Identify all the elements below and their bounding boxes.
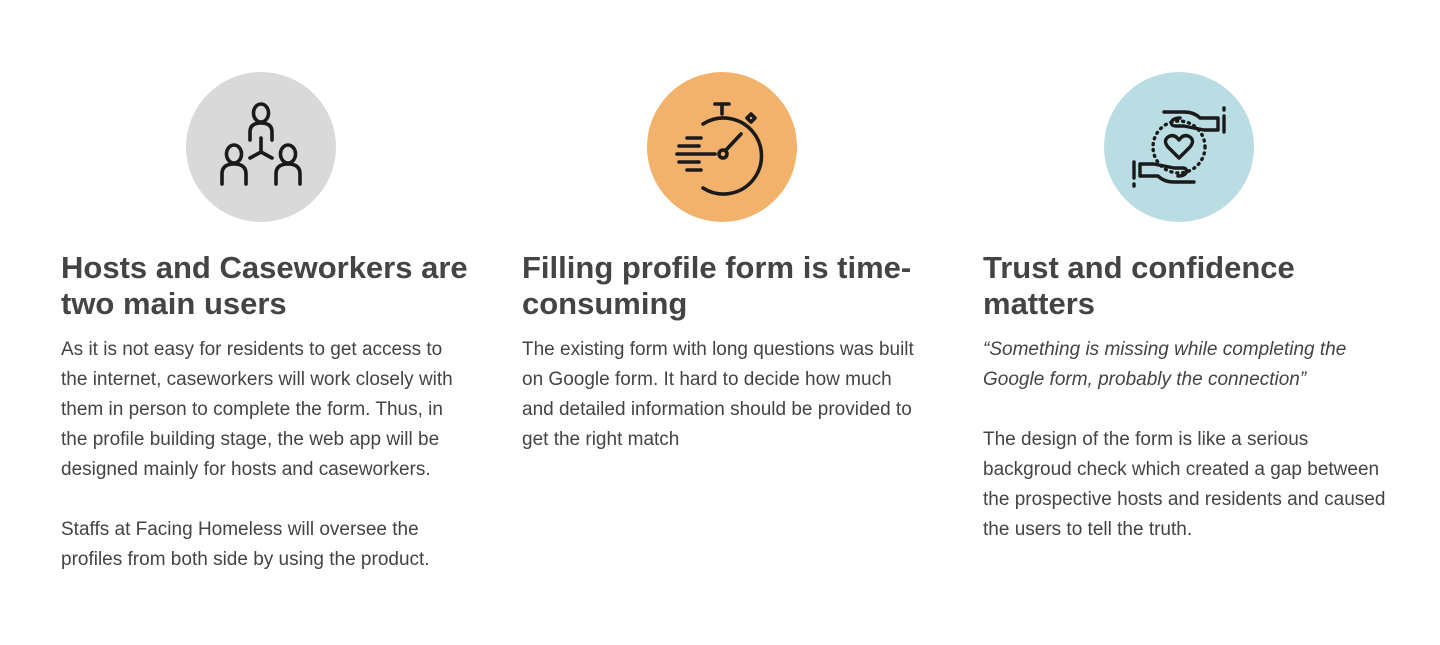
- card-body: As it is not easy for residents to get a…: [61, 335, 466, 613]
- users-icon-circle: [186, 72, 336, 222]
- users-network-icon: [220, 102, 302, 186]
- hands-heart-icon-circle: [1104, 72, 1254, 222]
- card-body: “Something is missing while completing t…: [983, 335, 1388, 545]
- hands-heart-icon: [1132, 106, 1226, 188]
- card-heading: Filling profile form is time-consuming: [522, 250, 912, 321]
- card-paragraph: Staffs at Facing Homeless will oversee t…: [61, 519, 430, 570]
- card-paragraph: The design of the form is like a serious…: [983, 429, 1386, 540]
- stopwatch-icon: [675, 102, 764, 196]
- card-paragraph: As it is not easy for residents to get a…: [61, 339, 453, 480]
- card-paragraph: The existing form with long questions wa…: [522, 339, 914, 450]
- card-heading: Hosts and Caseworkers are two main users: [61, 250, 468, 321]
- card-heading: Trust and confidence matters: [983, 250, 1295, 321]
- card-body: The existing form with long questions wa…: [522, 335, 927, 455]
- user-quote: “Something is missing while completing t…: [983, 339, 1347, 390]
- stopwatch-icon-circle: [647, 72, 797, 222]
